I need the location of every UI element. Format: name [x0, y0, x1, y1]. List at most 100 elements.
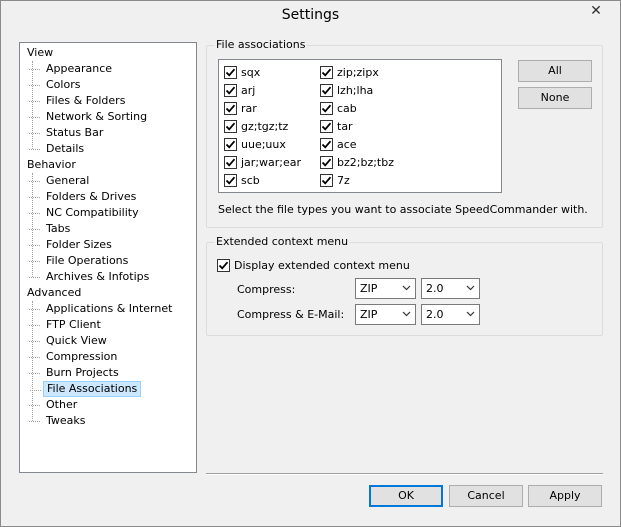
file-associations-group-label: File associations — [214, 38, 308, 51]
chevron-down-icon — [466, 311, 475, 317]
tree-connector-line — [32, 61, 33, 149]
file-type-label: ace — [337, 137, 357, 151]
file-type-label: gz;tgz;tz — [241, 119, 289, 133]
tree-connector — [29, 421, 40, 422]
tree-item[interactable]: Details — [29, 141, 87, 157]
tree-connector — [29, 309, 40, 310]
check-icon[interactable] — [224, 119, 237, 133]
compress-email-version-select[interactable]: 2.0 — [421, 304, 480, 325]
check-icon[interactable] — [224, 173, 237, 187]
compress-label: Compress: — [237, 283, 296, 296]
tree-category[interactable]: Behavior — [24, 157, 79, 173]
tree-connector — [29, 325, 40, 326]
file-type-checkbox[interactable]: jar;war;ear — [224, 154, 301, 170]
check-icon[interactable] — [320, 65, 333, 79]
compress-version-select[interactable]: 2.0 — [421, 278, 480, 299]
extended-context-menu-group-label: Extended context menu — [214, 235, 351, 248]
tree-item[interactable]: Applications & Internet — [29, 301, 175, 317]
tree-item-label: Appearance — [46, 62, 113, 75]
file-type-checkbox[interactable]: bz2;bz;tbz — [320, 154, 394, 170]
tree-connector — [29, 261, 40, 262]
file-type-checkbox[interactable]: zip;zipx — [320, 64, 379, 80]
file-type-checkbox[interactable]: ace — [320, 136, 357, 152]
chevron-down-icon — [466, 285, 475, 291]
display-extended-menu-checkbox[interactable]: Display extended context menu — [217, 257, 410, 273]
select-none-button[interactable]: None — [518, 87, 592, 109]
close-icon[interactable]: ✕ — [580, 1, 612, 22]
file-type-checkbox[interactable]: rar — [224, 100, 257, 116]
check-icon[interactable] — [320, 101, 333, 115]
tree-item-label: Details — [46, 142, 85, 155]
tree-item[interactable]: Tabs — [29, 221, 73, 237]
file-type-label: scb — [241, 173, 260, 187]
file-type-checkbox[interactable]: lzh;lha — [320, 82, 373, 98]
compress-format-select[interactable]: ZIP — [355, 278, 416, 299]
file-type-checkbox[interactable]: uue;uux — [224, 136, 286, 152]
file-type-checkbox[interactable]: gz;tgz;tz — [224, 118, 288, 134]
tree-item[interactable]: Files & Folders — [29, 93, 128, 109]
file-type-label: bz2;bz;tbz — [337, 155, 394, 169]
file-type-list[interactable]: sqx arj rar gz;tgz;tz uue;uux jar;war;ear scb z… — [218, 59, 502, 193]
tree-item[interactable]: General — [29, 173, 92, 189]
file-type-label: tar — [337, 119, 353, 133]
file-type-label: rar — [241, 101, 257, 115]
tree-item-label: File Associations — [47, 382, 138, 395]
tree-connector — [29, 85, 40, 86]
check-icon[interactable] — [224, 65, 237, 79]
tree-item[interactable]: Quick View — [29, 333, 110, 349]
tree-connector-line — [32, 301, 33, 421]
file-type-label: uue;uux — [241, 137, 286, 151]
tree-item[interactable]: NC Compatibility — [29, 205, 142, 221]
tree-item[interactable]: File Associations — [30, 381, 142, 397]
tree-item-label: Status Bar — [46, 126, 104, 139]
footer-separator — [206, 473, 603, 475]
tree-item-label: Folder Sizes — [46, 238, 112, 251]
select-all-button[interactable]: All — [518, 60, 592, 82]
check-icon[interactable] — [320, 83, 333, 97]
file-type-checkbox[interactable]: 7z — [320, 172, 350, 188]
tree-item[interactable]: Folders & Drives — [29, 189, 139, 205]
compress-email-format-select[interactable]: ZIP — [355, 304, 416, 325]
tree-category[interactable]: View — [24, 45, 56, 61]
check-icon[interactable] — [224, 137, 237, 151]
check-icon[interactable] — [320, 173, 333, 187]
check-icon[interactable] — [217, 258, 230, 272]
check-icon[interactable] — [224, 101, 237, 115]
file-type-checkbox[interactable]: arj — [224, 82, 255, 98]
tree-item[interactable]: Colors — [29, 77, 83, 93]
tree-item[interactable]: FTP Client — [29, 317, 104, 333]
title-bar[interactable]: Settings ✕ — [1, 1, 620, 32]
check-icon[interactable] — [224, 83, 237, 97]
apply-button[interactable]: Apply — [528, 485, 602, 507]
tree-item[interactable]: Other — [29, 397, 80, 413]
tree-connector — [29, 117, 40, 118]
file-type-checkbox[interactable]: tar — [320, 118, 353, 134]
file-type-label: sqx — [241, 65, 261, 79]
tree-connector — [29, 149, 40, 150]
tree-item[interactable]: Compression — [29, 349, 120, 365]
tree-category[interactable]: Advanced — [24, 285, 84, 301]
ok-button[interactable]: OK — [369, 485, 443, 507]
settings-tree[interactable]: View Appearance Colors Files & Folders Netwo… — [19, 42, 197, 473]
display-extended-menu-label: Display extended context menu — [234, 258, 410, 272]
tree-item[interactable]: Network & Sorting — [29, 109, 150, 125]
tree-item-label: General — [46, 174, 90, 187]
cancel-button[interactable]: Cancel — [449, 485, 523, 507]
check-icon[interactable] — [320, 119, 333, 133]
file-type-checkbox[interactable]: sqx — [224, 64, 260, 80]
tree-item[interactable]: Appearance — [29, 61, 115, 77]
tree-item[interactable]: Burn Projects — [29, 365, 122, 381]
tree-connector — [29, 405, 40, 406]
tree-item[interactable]: File Operations — [29, 253, 131, 269]
tree-item[interactable]: Folder Sizes — [29, 237, 115, 253]
tree-item[interactable]: Status Bar — [29, 125, 106, 141]
tree-item[interactable]: Tweaks — [29, 413, 89, 429]
check-icon[interactable] — [320, 155, 333, 169]
check-icon[interactable] — [320, 137, 333, 151]
compress-email-label: Compress & E-Mail: — [237, 308, 345, 321]
tree-item[interactable]: Archives & Infotips — [29, 269, 152, 285]
file-type-checkbox[interactable]: cab — [320, 100, 357, 116]
check-icon[interactable] — [224, 155, 237, 169]
tree-connector — [29, 357, 40, 358]
file-type-checkbox[interactable]: scb — [224, 172, 260, 188]
